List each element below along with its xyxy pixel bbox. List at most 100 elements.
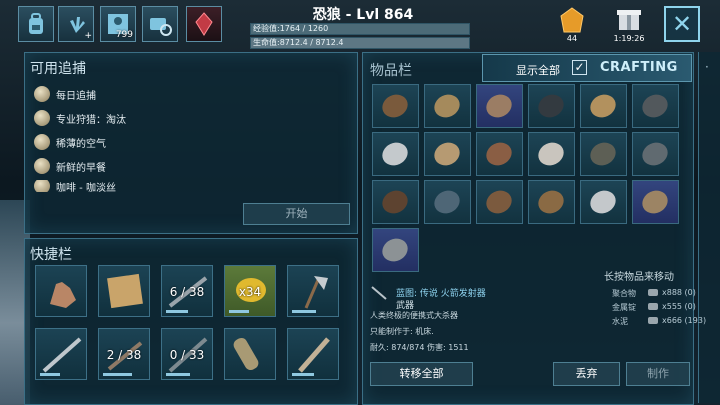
camera-settings-icon (150, 18, 172, 36)
tracking-button[interactable]: + (58, 6, 94, 42)
slot-quantity: 0 / 33 (169, 348, 205, 362)
hotbar-slot[interactable]: 0 / 33 (161, 328, 213, 380)
durability-bar (292, 373, 315, 376)
slot-quantity: x34 (238, 285, 262, 299)
inventory-slot[interactable] (372, 84, 419, 128)
hand-icon (50, 282, 76, 308)
material-amount: x555 (0) (662, 302, 696, 311)
sniper-rifle-icon (590, 142, 616, 166)
backpack-button[interactable] (18, 6, 54, 42)
inventory-slot[interactable] (476, 132, 523, 176)
cloth-shirt-icon (434, 94, 460, 118)
inventory-slot[interactable] (632, 132, 679, 176)
gift-icon (617, 10, 641, 30)
hotbar-slot[interactable] (35, 265, 87, 317)
durability-bar (103, 373, 132, 376)
profile-button[interactable]: 799 (100, 6, 136, 42)
close-button[interactable]: ✕ (664, 6, 700, 42)
tracking-item-label: 咖啡 - 咖淡丝 (56, 182, 116, 193)
hotbar-slot[interactable] (98, 265, 150, 317)
inventory-slot[interactable] (632, 84, 679, 128)
inventory-slot[interactable] (424, 132, 471, 176)
hotbar-slot[interactable]: 2 / 38 (98, 328, 150, 380)
character-title: 恐狼 - Lvl 864 (312, 7, 414, 23)
backpack-icon (29, 13, 43, 34)
material-amount: x888 (0) (662, 288, 696, 297)
tracking-item[interactable]: 每日追捕 (34, 84, 96, 104)
start-button[interactable]: 开始 (243, 203, 350, 225)
gift-button[interactable]: 1:19:26 (606, 4, 652, 44)
health-bar: 生命值:8712.4 / 8712.4 (250, 37, 470, 49)
box-icon (538, 190, 564, 214)
air-icon (34, 134, 50, 150)
hotbar-slot[interactable] (287, 265, 339, 317)
inventory-title: 物品栏 (370, 63, 412, 79)
metal-sign-icon (538, 142, 564, 166)
egg-icon (34, 180, 50, 192)
crafting-tab[interactable]: CRAFTING (600, 60, 678, 75)
hotbar-slot[interactable] (35, 328, 87, 380)
inventory-slot[interactable] (528, 84, 575, 128)
hotbar-slot[interactable]: 6 / 38 (161, 265, 213, 317)
tracking-item[interactable]: 新鲜的早餐 (34, 156, 106, 176)
whip-icon (382, 190, 408, 214)
inventory-slot[interactable] (580, 180, 627, 224)
durability-bar (292, 310, 317, 313)
show-all-checkbox[interactable]: ✓ (572, 60, 587, 75)
move-hint: 长按物品来移动 (604, 272, 674, 283)
egg-icon (34, 158, 50, 174)
item-description: 人类终极的便携式大杀器 (370, 311, 458, 320)
scroll-icon (233, 337, 259, 371)
rocket-launcher-icon (370, 284, 388, 302)
hotbar-slot[interactable] (287, 328, 339, 380)
durability-bar (229, 310, 249, 313)
tracking-item[interactable]: 专业狩猎：淘汰 (34, 108, 126, 128)
item-stats: 耐久: 874/874 伤害: 1511 (370, 343, 469, 352)
crystal-button[interactable] (186, 6, 222, 42)
toolbox-icon (642, 142, 668, 166)
inventory-slot[interactable] (372, 132, 419, 176)
inventory-slot[interactable] (528, 132, 575, 176)
rocket-launcher-icon (382, 238, 408, 262)
flak-chest-icon (590, 94, 616, 118)
health-text: 生命值:8712.4 / 8712.4 (253, 38, 344, 47)
material-icon (648, 317, 658, 324)
inventory-slot[interactable] (528, 180, 575, 224)
tracking-item[interactable]: 咖啡 - 咖淡丝 (34, 180, 116, 192)
rifle-scope-icon (642, 94, 668, 118)
slot-quantity: 6 / 38 (169, 285, 205, 299)
inventory-slot[interactable] (424, 180, 471, 224)
hatchet-icon (382, 142, 408, 166)
inventory-slot[interactable] (424, 84, 471, 128)
gloves-icon (486, 94, 512, 118)
xp-text: 经验值:1764 / 1260 (253, 24, 329, 33)
flak-legs-icon (590, 190, 616, 214)
camera-settings-button[interactable] (142, 6, 178, 42)
hat-icon (434, 142, 460, 166)
skull-icon (34, 110, 50, 126)
profile-count: 799 (115, 30, 133, 40)
amber-currency[interactable]: 44 (552, 6, 592, 44)
durability-bar (40, 373, 60, 376)
hotbar-slot[interactable] (224, 328, 276, 380)
material-amount: x666 (193) (662, 316, 707, 325)
craft-button[interactable]: 制作 (626, 362, 690, 386)
tracking-item[interactable]: 稀薄的空气 (34, 132, 106, 152)
tracking-item-label: 专业狩猎：淘汰 (56, 114, 126, 126)
hotbar-title: 快捷栏 (30, 247, 72, 263)
inventory-slot[interactable] (580, 84, 627, 128)
flashlight-icon (538, 94, 564, 118)
inventory-slot[interactable] (372, 180, 419, 224)
transfer-all-button[interactable]: 转移全部 (370, 362, 473, 386)
tracking-item-label: 每日追捕 (56, 90, 96, 102)
material-name: 聚合物 (612, 289, 636, 298)
tracking-item-label: 新鲜的早餐 (56, 162, 106, 174)
inventory-slot[interactable] (372, 228, 419, 272)
inventory-slot[interactable] (476, 180, 523, 224)
inventory-slot[interactable] (632, 180, 679, 224)
hotbar-slot[interactable]: x34 (224, 265, 276, 317)
inventory-slot[interactable] (580, 132, 627, 176)
drop-button[interactable]: 丢弃 (553, 362, 620, 386)
xp-bar: 经验值:1764 / 1260 (250, 23, 470, 35)
inventory-slot[interactable] (476, 84, 523, 128)
